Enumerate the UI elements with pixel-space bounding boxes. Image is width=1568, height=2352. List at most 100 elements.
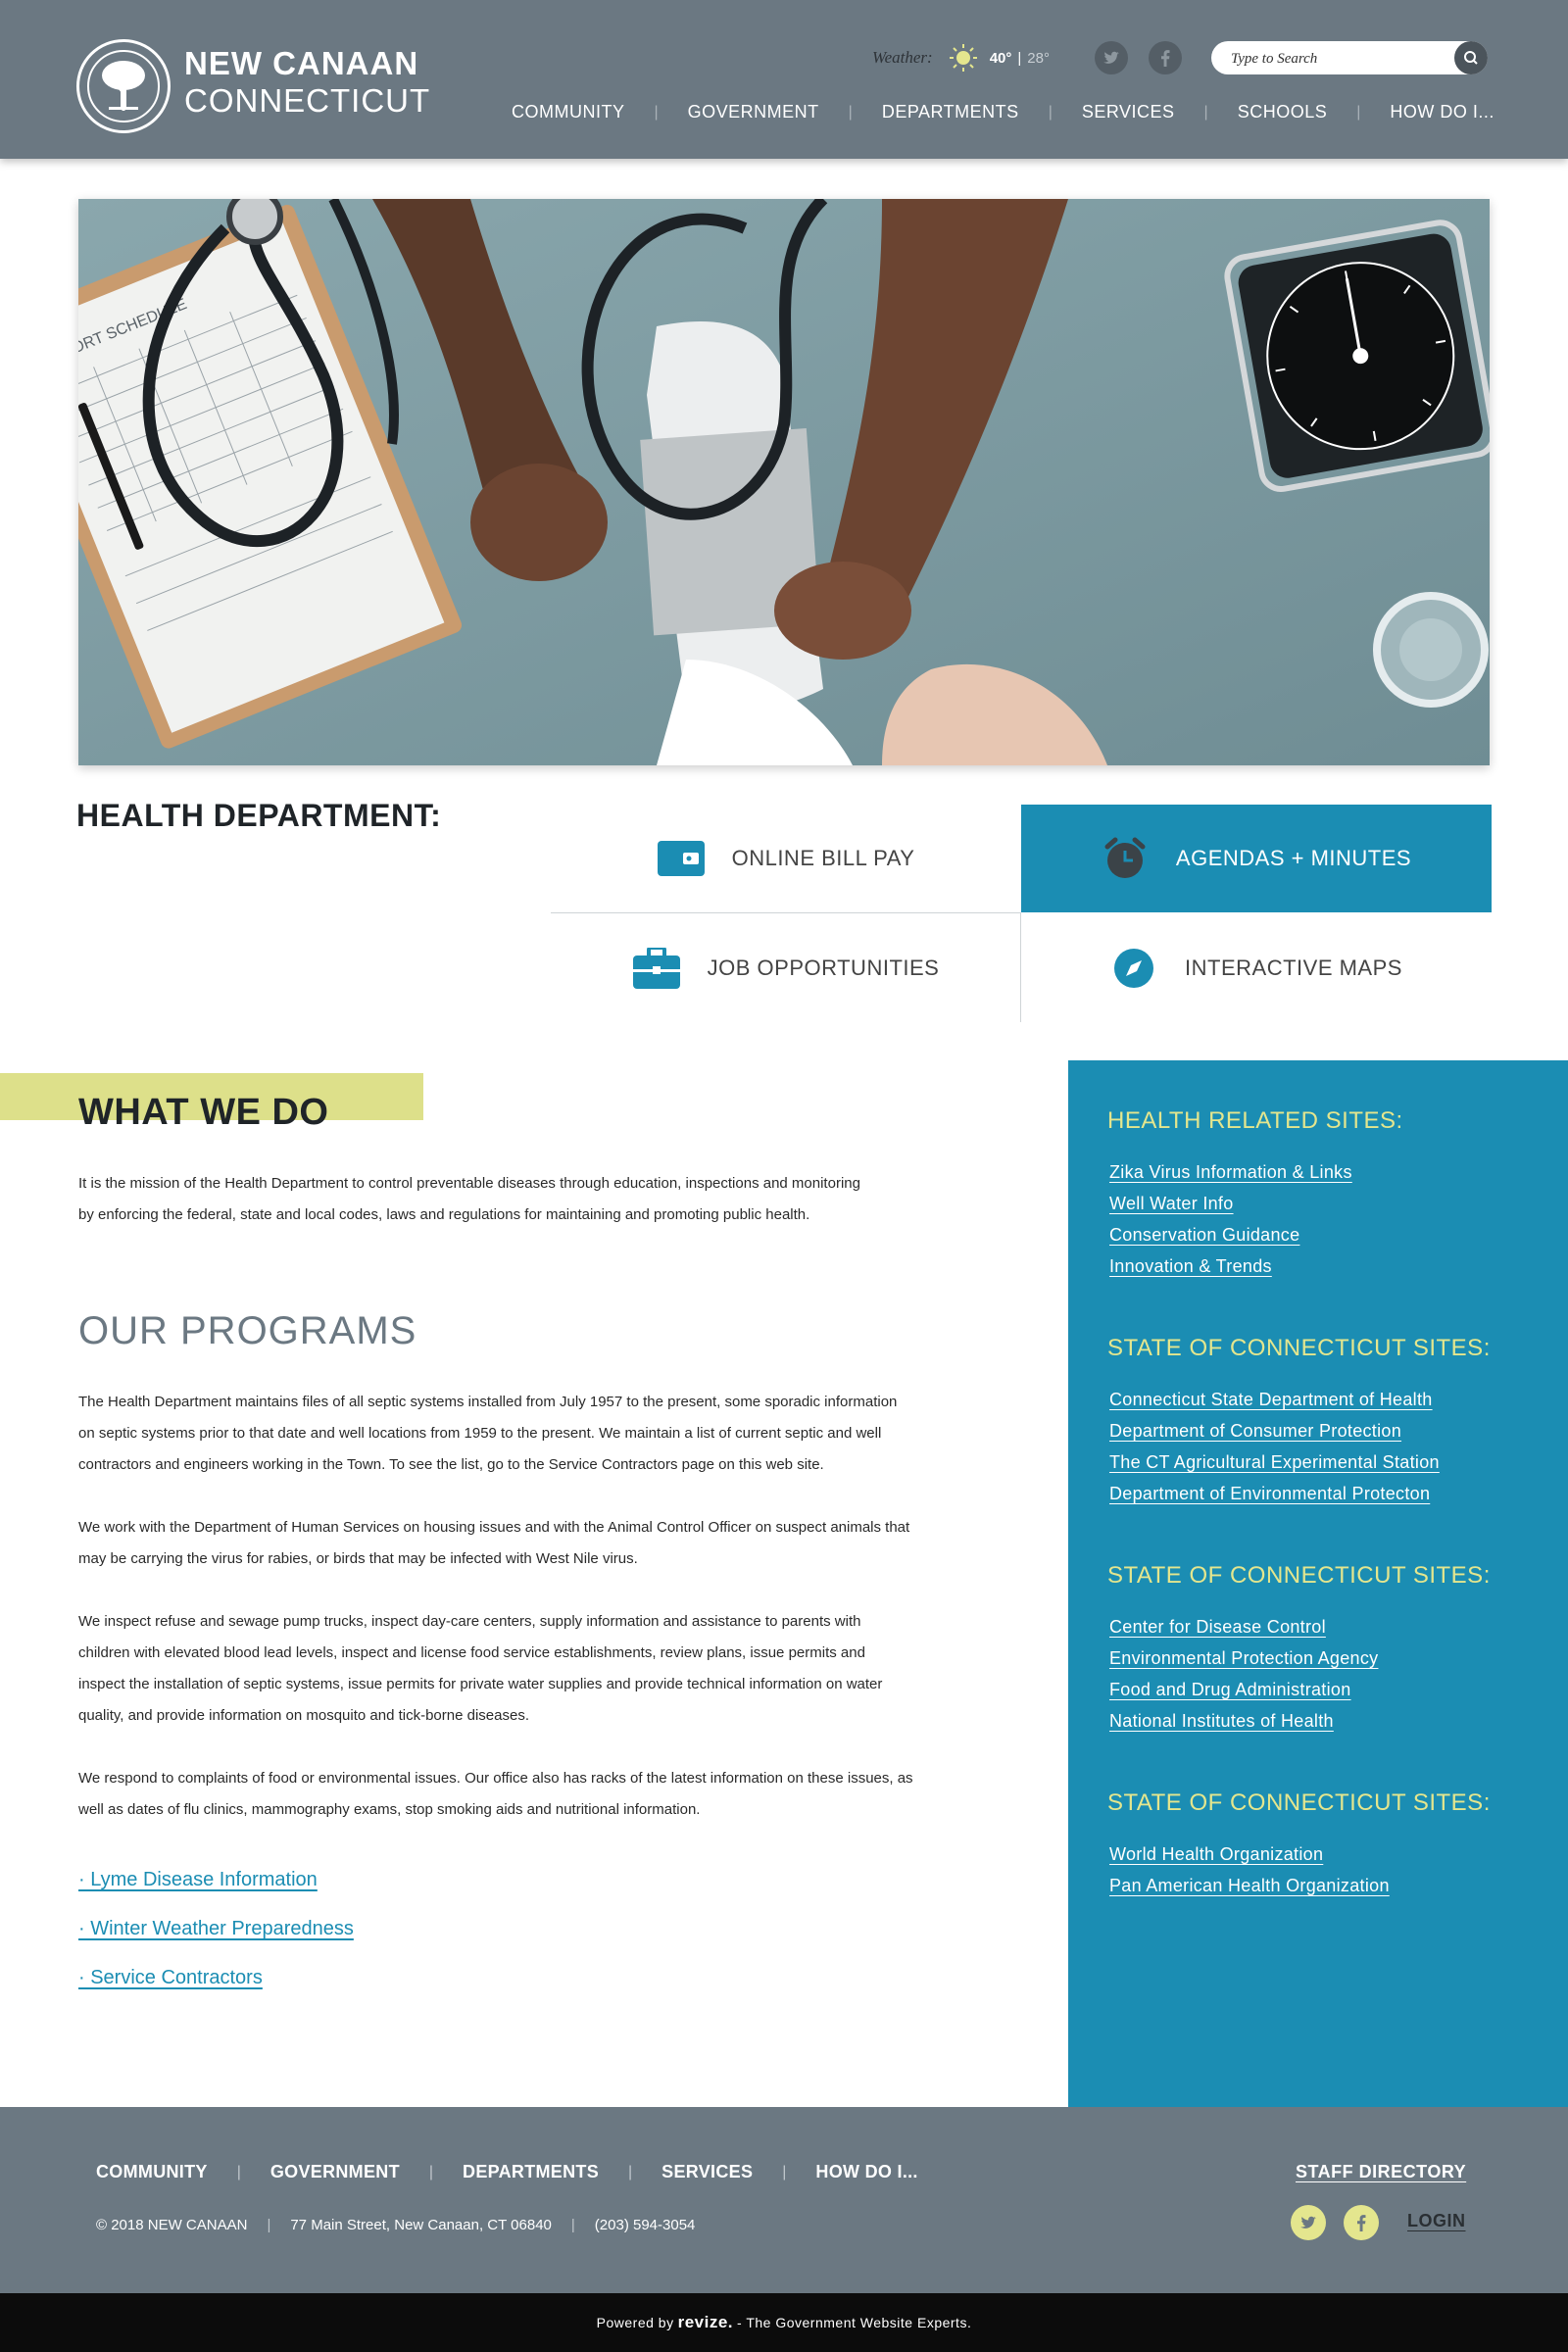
sidebar-link[interactable]: The CT Agricultural Experimental Station [1109,1452,1440,1473]
search-icon [1464,51,1478,65]
job-opportunities-label: JOB OPPORTUNITIES [707,956,940,980]
nav-how-do-i[interactable]: HOW DO I... [1390,102,1494,122]
twitter-icon[interactable] [1095,41,1128,74]
town-name-logo[interactable]: NEW CANAAN CONNECTICUT [184,45,430,120]
service-contractors-link[interactable]: · Service Contractors [78,1967,263,1989]
agendas-minutes-link[interactable]: AGENDAS + MINUTES [1021,805,1492,912]
wallet-icon [657,835,705,882]
interactive-maps-label: INTERACTIVE MAPS [1185,956,1402,980]
text-line: quality, and provide information on mosq… [78,1707,529,1724]
sidebar-link[interactable]: Well Water Info [1109,1194,1234,1214]
nav-departments[interactable]: DEPARTMENTS [882,102,1019,122]
nav-services[interactable]: SERVICES [1082,102,1175,122]
sidebar-link[interactable]: Department of Environmental Protecton [1109,1484,1430,1504]
main-nav: COMMUNITY | GOVERNMENT | DEPARTMENTS | S… [512,102,1494,122]
footer-nav-government[interactable]: GOVERNMENT [270,2162,400,2182]
programs-paragraph-3: We inspect refuse and sewage pump trucks… [78,1606,1000,1732]
nav-schools[interactable]: SCHOOLS [1238,102,1328,122]
sidebar-link[interactable]: Innovation & Trends [1109,1256,1272,1277]
hero-image: REPORT SCHEDULE [78,199,1490,765]
site-footer [0,2107,1568,2293]
footer-nav-departments[interactable]: DEPARTMENTS [463,2162,599,2182]
sidebar-heading: HEALTH RELATED SITES: [1107,1107,1403,1134]
text-line: It is the mission of the Health Departme… [78,1175,860,1192]
sidebar-link[interactable]: Center for Disease Control [1109,1617,1326,1638]
footer-nav-how-do-i[interactable]: HOW DO I... [815,2162,917,2182]
quick-links: ONLINE BILL PAY AGENDAS + MINUTES JOB OP… [551,805,1492,1022]
login-link[interactable]: LOGIN [1407,2211,1466,2231]
twitter-icon[interactable] [1291,2205,1326,2240]
winter-weather-link[interactable]: · Winter Weather Preparedness [78,1918,354,1940]
tree-icon [102,61,145,111]
programs-paragraph-2: We work with the Department of Human Ser… [78,1512,1000,1575]
sidebar-link[interactable]: World Health Organization [1109,1844,1323,1865]
revize-logo[interactable]: revize. [678,2313,733,2332]
footer-copyright: © 2018 NEW CANAAN [96,2217,248,2233]
lyme-disease-link[interactable]: · Lyme Disease Information [78,1869,318,1891]
footer-phone[interactable]: (203) 594-3054 [595,2217,696,2233]
briefcase-icon [632,945,680,992]
text-line: The Health Department maintains files of… [78,1394,898,1410]
sidebar-link[interactable]: Pan American Health Organization [1109,1876,1390,1896]
sidebar-link[interactable]: Environmental Protection Agency [1109,1648,1378,1669]
online-bill-pay-link[interactable]: ONLINE BILL PAY [551,805,1021,912]
department-title: HEALTH DEPARTMENT: [76,798,442,833]
search-input[interactable] [1231,49,1446,69]
sidebar-link[interactable]: National Institutes of Health [1109,1711,1334,1732]
programs-paragraph-4: We respond to complaints of food or envi… [78,1763,1000,1826]
staff-directory-link[interactable]: STAFF DIRECTORY [1296,2162,1466,2182]
text-line: on septic systems prior to that date and… [78,1425,882,1442]
weather-label: Weather: [872,48,933,67]
job-opportunities-link[interactable]: JOB OPPORTUNITIES [551,914,1021,1022]
town-seal-logo[interactable] [76,39,171,133]
text-line: may be carrying the virus for rabies, or… [78,1550,638,1567]
weather-low: 28° [1027,49,1050,67]
agendas-minutes-label: AGENDAS + MINUTES [1175,846,1412,870]
sidebar-link[interactable]: Food and Drug Administration [1109,1680,1351,1700]
nav-community[interactable]: COMMUNITY [512,102,625,122]
search-button[interactable] [1454,41,1488,74]
online-bill-pay-label: ONLINE BILL PAY [731,846,915,870]
text-line: children with elevated blood lead levels… [78,1644,865,1661]
sidebar-link[interactable]: Connecticut State Department of Health [1109,1390,1433,1410]
powered-by-bar: Powered by revize. - The Government Webs… [0,2293,1568,2352]
search-box [1211,41,1488,74]
powered-suffix: - The Government Website Experts. [737,2315,972,2330]
sidebar-link[interactable]: Department of Consumer Protection [1109,1421,1401,1442]
footer-divider: | [782,2163,787,2180]
footer-divider: | [236,2163,241,2180]
footer-info: © 2018 NEW CANAAN | 77 Main Street, New … [96,2217,695,2233]
weather-widget: Weather: 40° | 28° [872,43,1050,73]
sidebar: HEALTH RELATED SITES: Zika Virus Informa… [1068,1060,1568,2107]
powered-prefix: Powered by [596,2315,674,2330]
quick-links-divider [551,912,1021,913]
nav-divider: | [1048,103,1053,121]
footer-address: 77 Main Street, New Canaan, CT 06840 [290,2217,552,2233]
sidebar-link[interactable]: Conservation Guidance [1109,1225,1299,1246]
sun-icon [949,44,977,72]
weather-separator: | [1017,49,1022,67]
alarm-clock-icon [1102,835,1149,882]
sidebar-heading: STATE OF CONNECTICUT SITES: [1107,1335,1491,1361]
text-line: We respond to complaints of food or envi… [78,1770,913,1787]
text-line: We inspect refuse and sewage pump trucks… [78,1613,861,1630]
compass-icon [1110,945,1157,992]
interactive-maps-link[interactable]: INTERACTIVE MAPS [1021,914,1492,1022]
facebook-icon[interactable] [1344,2205,1379,2240]
facebook-icon[interactable] [1149,41,1182,74]
blood-pressure-photo: REPORT SCHEDULE [78,199,1490,765]
programs-paragraph-1: The Health Department maintains files of… [78,1387,1000,1481]
footer-nav-services[interactable]: SERVICES [662,2162,753,2182]
nav-divider: | [654,103,659,121]
sidebar-link[interactable]: Zika Virus Information & Links [1109,1162,1352,1183]
footer-divider: | [267,2217,271,2233]
footer-divider: | [570,2217,575,2233]
site-header: NEW CANAAN CONNECTICUT Weather: 40° | 28… [0,0,1568,159]
footer-nav-community[interactable]: COMMUNITY [96,2162,208,2182]
nav-government[interactable]: GOVERNMENT [688,102,819,122]
nav-divider: | [848,103,853,121]
text-line: contractors and engineers working in the… [78,1456,824,1473]
text-line: well as dates of flu clinics, mammograph… [78,1801,701,1818]
logo-line-1: NEW CANAAN [184,45,419,81]
our-programs-heading: OUR PROGRAMS [78,1309,417,1352]
